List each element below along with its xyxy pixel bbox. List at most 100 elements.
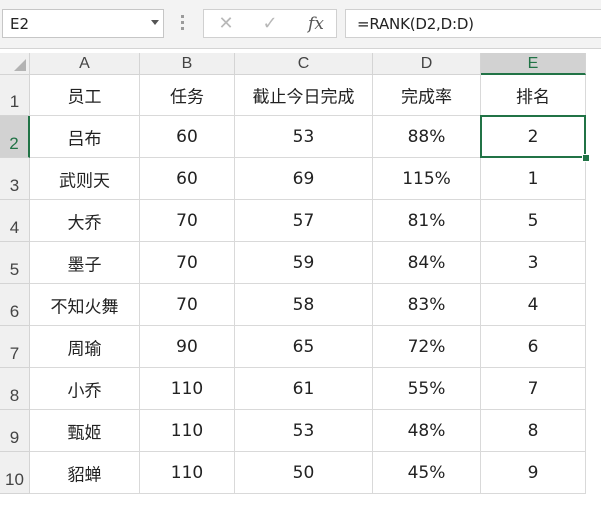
- row-header-2[interactable]: 2: [0, 116, 30, 158]
- cell-d5[interactable]: 84%: [373, 242, 481, 284]
- column-header-a[interactable]: A: [30, 53, 140, 75]
- cell-d2[interactable]: 88%: [373, 116, 481, 158]
- row-header-3[interactable]: 3: [0, 158, 30, 200]
- row-header-4[interactable]: 4: [0, 200, 30, 242]
- row-header-5[interactable]: 5: [0, 242, 30, 284]
- row-number: 9: [9, 428, 20, 447]
- chevron-down-icon[interactable]: [151, 20, 159, 25]
- cell-value: 大乔: [67, 213, 102, 233]
- row-header-6[interactable]: 6: [0, 284, 30, 326]
- name-box-value: E2: [10, 15, 30, 33]
- cell-e9[interactable]: 8: [481, 410, 586, 452]
- column-header-b[interactable]: B: [140, 53, 235, 75]
- cell-value: 员工: [67, 87, 102, 108]
- cell-value: 70: [176, 294, 198, 315]
- cell-e7[interactable]: 6: [481, 326, 586, 368]
- cell-value: 60: [176, 168, 198, 189]
- cell-d4[interactable]: 81%: [373, 200, 481, 242]
- cell-value: 周瑜: [67, 339, 102, 359]
- cell-d1[interactable]: 完成率: [373, 75, 481, 116]
- cell-b7[interactable]: 90: [140, 326, 235, 368]
- cell-a6[interactable]: 不知火舞: [30, 284, 140, 326]
- cell-value: 6: [527, 336, 539, 357]
- cell-value: 武则天: [59, 171, 110, 191]
- cell-b5[interactable]: 70: [140, 242, 235, 284]
- insert-function-icon[interactable]: fx: [300, 13, 332, 35]
- cell-value: 57: [292, 210, 315, 231]
- cell-c9[interactable]: 53: [235, 410, 373, 452]
- cell-a1[interactable]: 员工: [30, 75, 140, 116]
- cell-a3[interactable]: 武则天: [30, 158, 140, 200]
- cell-b2[interactable]: 60: [140, 116, 235, 158]
- cell-value: 9: [527, 462, 539, 483]
- row-header-7[interactable]: 7: [0, 326, 30, 368]
- cell-value: 53: [292, 126, 315, 147]
- cell-a5[interactable]: 墨子: [30, 242, 140, 284]
- cell-d3[interactable]: 115%: [373, 158, 481, 200]
- cell-c3[interactable]: 69: [235, 158, 373, 200]
- cell-c6[interactable]: 58: [235, 284, 373, 326]
- cell-c10[interactable]: 50: [235, 452, 373, 494]
- cell-value: 70: [176, 210, 198, 231]
- cell-value: 110: [170, 378, 204, 399]
- row-header-8[interactable]: 8: [0, 368, 30, 410]
- cell-b4[interactable]: 70: [140, 200, 235, 242]
- cell-b8[interactable]: 110: [140, 368, 235, 410]
- cell-e6[interactable]: 4: [481, 284, 586, 326]
- cell-e3[interactable]: 1: [481, 158, 586, 200]
- cell-d7[interactable]: 72%: [373, 326, 481, 368]
- cell-a8[interactable]: 小乔: [30, 368, 140, 410]
- cell-value: 5: [527, 210, 539, 231]
- cell-b1[interactable]: 任务: [140, 75, 235, 116]
- cell-value: 墨子: [67, 255, 102, 275]
- cell-value: 完成率: [401, 87, 452, 108]
- cell-a7[interactable]: 周瑜: [30, 326, 140, 368]
- drag-handle-icon[interactable]: [181, 15, 184, 32]
- cell-e8[interactable]: 7: [481, 368, 586, 410]
- cell-e5[interactable]: 3: [481, 242, 586, 284]
- cell-c5[interactable]: 59: [235, 242, 373, 284]
- cell-a2[interactable]: 吕布: [30, 116, 140, 158]
- row-number: 7: [9, 344, 20, 363]
- cell-value: 4: [527, 294, 539, 315]
- cell-b10[interactable]: 110: [140, 452, 235, 494]
- cell-value: 110: [170, 420, 204, 441]
- cell-a9[interactable]: 甄姬: [30, 410, 140, 452]
- cell-value: 60: [176, 126, 198, 147]
- row-header-1[interactable]: 1: [0, 75, 30, 116]
- cell-a4[interactable]: 大乔: [30, 200, 140, 242]
- cell-b3[interactable]: 60: [140, 158, 235, 200]
- cell-value: 7: [527, 378, 539, 399]
- cell-a10[interactable]: 貂蝉: [30, 452, 140, 494]
- fill-handle[interactable]: [582, 154, 590, 162]
- active-cell-outline: [480, 115, 586, 158]
- cell-b6[interactable]: 70: [140, 284, 235, 326]
- cell-c8[interactable]: 61: [235, 368, 373, 410]
- column-header-e[interactable]: E: [481, 53, 586, 75]
- cell-c2[interactable]: 53: [235, 116, 373, 158]
- column-header-d[interactable]: D: [373, 53, 481, 75]
- cell-value: 81%: [407, 210, 446, 231]
- row-number: 5: [9, 260, 20, 279]
- cell-d8[interactable]: 55%: [373, 368, 481, 410]
- cell-b9[interactable]: 110: [140, 410, 235, 452]
- row-header-10[interactable]: 10: [0, 452, 30, 494]
- cell-d9[interactable]: 48%: [373, 410, 481, 452]
- check-icon[interactable]: ✓: [254, 13, 286, 35]
- cell-e10[interactable]: 9: [481, 452, 586, 494]
- cancel-icon[interactable]: ✕: [210, 13, 242, 35]
- cell-c1[interactable]: 截止今日完成: [235, 75, 373, 116]
- cell-value: 甄姬: [67, 423, 102, 443]
- cell-d6[interactable]: 83%: [373, 284, 481, 326]
- name-box[interactable]: E2: [2, 9, 164, 38]
- cell-c7[interactable]: 65: [235, 326, 373, 368]
- cell-d10[interactable]: 45%: [373, 452, 481, 494]
- cell-c4[interactable]: 57: [235, 200, 373, 242]
- column-header-c[interactable]: C: [235, 53, 373, 75]
- select-all-button[interactable]: [0, 53, 30, 75]
- cell-e4[interactable]: 5: [481, 200, 586, 242]
- formula-input[interactable]: =RANK(D2,D:D): [345, 9, 601, 38]
- cell-e1[interactable]: 排名: [481, 75, 586, 116]
- cell-value: 84%: [407, 252, 446, 273]
- row-header-9[interactable]: 9: [0, 410, 30, 452]
